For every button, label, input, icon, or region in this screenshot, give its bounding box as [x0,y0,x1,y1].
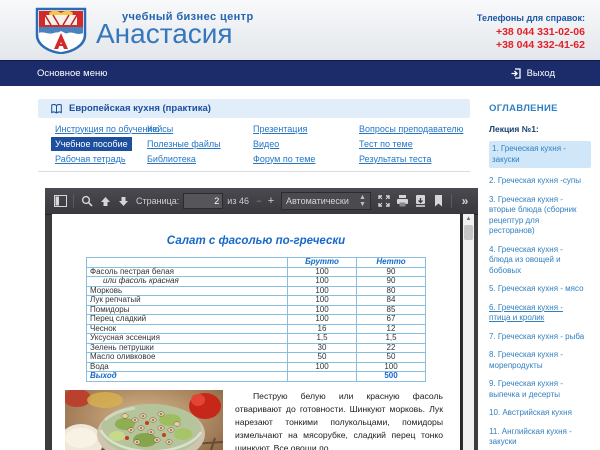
main-menu-button[interactable]: Основное меню [37,61,107,86]
divider [38,171,470,172]
logout-icon [511,68,522,79]
toc-item[interactable]: 3. Греческая кухня - вторые блюда (сборн… [489,195,585,237]
col-header-brutto: Брутто [288,258,357,268]
brand-name: Анастасия [96,20,254,48]
recipe-title: Салат с фасолью по-гречески [52,235,460,247]
brand: учебный бизнес центр Анастасия [96,11,254,48]
zoom-mode-value: Автоматически [286,196,349,206]
toc-sidebar: ОГЛАВЛЕНИЕ Лекция №1: 1. Греческая кухня… [489,103,593,450]
table-header-row: Брутто Нетто [87,258,426,268]
bookmark-icon[interactable] [429,192,447,210]
course-link[interactable]: Вопросы преподавателю [359,124,463,134]
toc-item[interactable]: 2. Греческая кухня -супы [489,176,585,187]
toc-item[interactable]: 11. Английская кухня - закуски [489,427,585,448]
toc-item[interactable]: 6. Греческая кухня - птица и кролик [489,303,585,324]
course-link[interactable]: Презентация [253,124,307,134]
course-link[interactable]: Форум по теме [253,154,315,164]
pdf-page: Салат с фасолью по-гречески Брутто Нетто… [52,214,460,450]
page-up-icon[interactable] [96,192,114,210]
recipe-photo [65,390,223,450]
zoom-out-icon[interactable]: − [253,192,265,210]
pdf-toolbar: Страница: из 46 − + Автоматически ▲▼ [45,188,478,215]
course-link[interactable]: Рабочая тетрадь [55,154,126,164]
scrollbar-thumb[interactable] [464,225,473,240]
course-link[interactable]: Видео [253,139,279,149]
print-icon[interactable] [393,192,411,210]
page: учебный бизнес центр Анастасия Телефоны … [0,0,600,450]
navbar: Основное меню Выход [0,60,600,86]
course-links: Инструкция по обучениюУчебное пособиеРаб… [55,121,489,166]
sidebar-toggle-icon[interactable] [51,192,69,210]
pdf-body: Салат с фасолью по-гречески Брутто Нетто… [45,214,478,450]
table-row: Уксусная эссенция1,51,5 [87,334,426,344]
more-tools-icon[interactable]: » [456,192,474,210]
table-row: Лук репчатый10084 [87,296,426,306]
page-down-icon[interactable] [114,192,132,210]
course-link[interactable]: Кейсы [147,124,173,134]
table-row: или фасоль красная10090 [87,277,426,287]
course-link[interactable]: Полезные файлы [147,139,221,149]
table-row: Масло оливковое5050 [87,353,426,363]
toc-title: ОГЛАВЛЕНИЕ [489,103,593,114]
toc-lecture-label: Лекция №1: [489,124,593,134]
recipe-table: Брутто Нетто Фасоль пестрая белая10090ил… [86,257,426,382]
toc-item[interactable]: 8. Греческая кухня - морепродукты [489,350,585,371]
toc-list: 1. Греческая кухня - закуски 2. Греческая… [489,141,593,450]
download-icon[interactable] [411,192,429,210]
logo-shield-icon [35,7,87,54]
toc-item[interactable]: 5. Греческая кухня - мясо [489,284,585,295]
phones-label: Телефоны для справок: [477,13,585,23]
course-link[interactable]: Тест по теме [359,139,413,149]
fullscreen-icon[interactable] [375,192,393,210]
col-header-name [87,258,288,268]
zoom-in-icon[interactable]: + [265,192,277,210]
table-row: Вода100100 [87,362,426,372]
course-header: Европейская кухня (практика) [38,99,470,118]
course-link[interactable]: Библиотека [147,154,196,164]
pdf-viewer: Страница: из 46 − + Автоматически ▲▼ [45,188,478,450]
pdf-scrollbar[interactable]: ▲ [463,214,474,450]
course-link[interactable]: Инструкция по обучению [55,124,159,134]
course-link[interactable]: Результаты теста [359,154,431,164]
select-caret-icon: ▲▼ [359,194,366,208]
scroll-up-icon[interactable]: ▲ [463,214,474,224]
page-total: из 46 [227,196,249,206]
logout-button[interactable]: Выход [511,61,555,86]
table-total-row: Выход500 [87,372,426,382]
doc-bottom: Пеструю белую или красную фасоль отварив… [65,390,446,450]
toc-item[interactable]: 10. Австрийская кухня [489,408,585,419]
phones-block: Телефоны для справок: +38 044 331-02-06 … [477,13,585,52]
table-row: Перец сладкий10067 [87,315,426,325]
phone-number: +38 044 331-02-06 [477,26,585,39]
book-icon [51,104,62,114]
page-label: Страница: [136,196,179,206]
toc-item[interactable]: 7. Греческая кухня - рыба [489,332,585,343]
toc-item[interactable]: 1. Греческая кухня - закуски [489,141,591,168]
phone-number: +38 044 332-41-62 [477,39,585,52]
col-header-netto: Нетто [357,258,426,268]
page-number-input[interactable] [183,193,223,209]
course-title: Европейская кухня (практика) [69,103,211,114]
toc-item[interactable]: 4. Греческая кухня - блюда из овощей и б… [489,245,585,277]
search-icon[interactable] [78,192,96,210]
toc-item[interactable]: 9. Греческая кухня - выпечка и десерты [489,379,585,400]
course-link[interactable]: Учебное пособие [51,137,132,151]
zoom-mode-select[interactable]: Автоматически ▲▼ [281,192,371,210]
logout-label: Выход [527,61,555,86]
recipe-table-body: Фасоль пестрая белая10090или фасоль крас… [87,267,426,381]
recipe-paragraph: Пеструю белую или красную фасоль отварив… [235,390,443,450]
site-header: учебный бизнес центр Анастасия Телефоны … [0,0,600,60]
